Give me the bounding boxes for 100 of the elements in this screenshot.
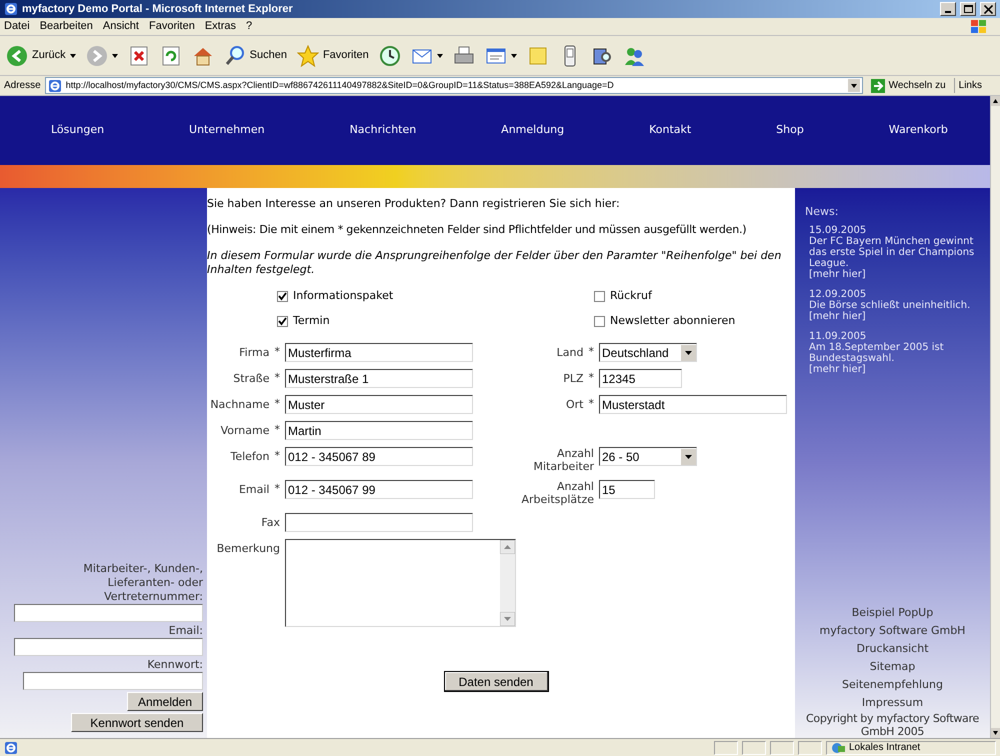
text-field[interactable]: 012 - 345067 99 — [285, 480, 473, 499]
required-marker: * — [274, 370, 280, 386]
windows-logo-icon — [970, 18, 988, 34]
news-date: 15.09.2005 — [809, 224, 868, 236]
field-label: Email: — [168, 624, 203, 638]
text-field[interactable]: Musterstraße 1 — [285, 369, 473, 388]
links-button[interactable]: Links — [954, 78, 982, 93]
go-button[interactable]: Wechseln zu — [866, 78, 950, 93]
footer-link[interactable]: Beispiel PopUp — [852, 604, 934, 622]
scroll-down-icon — [500, 612, 515, 626]
text-field[interactable]: Martin — [285, 421, 473, 440]
arrow-right-icon — [86, 44, 108, 66]
browser-icon — [4, 2, 18, 16]
field-label: Land — [556, 346, 584, 359]
checkbox[interactable] — [594, 290, 605, 302]
network-icon — [831, 742, 845, 754]
field-label: Fax — [261, 516, 280, 529]
required-marker: * — [274, 422, 280, 438]
footer-link[interactable]: Impressum — [862, 694, 924, 712]
maximize-button[interactable] — [960, 2, 976, 16]
field-label: Nachname — [210, 398, 270, 411]
field-label: Mitarbeiter-, Kunden-, Lieferanten- oder Vertreternummer: — [82, 562, 203, 604]
toolbar-button[interactable]: Favoriten — [294, 40, 371, 70]
news-text: Der FC Bayern München gewinnt das erste Spiel in der Champions League. — [809, 236, 976, 268]
minimize-button[interactable] — [940, 2, 956, 16]
nav-link[interactable]: Shop — [776, 122, 804, 139]
dropdown[interactable]: 26 - 50 — [599, 447, 697, 466]
menu-item[interactable]: Extras — [204, 18, 236, 35]
menu-item[interactable]: Ansicht — [102, 18, 139, 35]
text-field[interactable] — [14, 604, 203, 622]
status-pane — [770, 740, 794, 754]
text-field[interactable]: 012 - 345067 89 — [285, 447, 473, 466]
footer-link[interactable]: Sitemap — [870, 658, 916, 676]
news-date: 12.09.2005 — [809, 288, 868, 300]
footer-link[interactable]: myfactory Software GmbH — [820, 622, 966, 640]
nav-link[interactable]: Lösungen — [51, 122, 104, 139]
field-label: Anzahl Arbeitsplätze — [520, 480, 594, 506]
field-label: Straße — [233, 372, 270, 385]
printer-icon — [452, 44, 475, 66]
scroll-down-icon — [991, 728, 1000, 738]
news-link[interactable]: [mehr hier] — [809, 310, 866, 322]
field-label: Firma — [239, 346, 270, 359]
field-label: Telefon — [230, 450, 270, 463]
text-field[interactable]: Musterstadt — [599, 395, 787, 414]
menu-item[interactable]: Bearbeiten — [40, 18, 93, 35]
field-label: Kennwort: — [146, 658, 203, 672]
toolbar-button[interactable]: Zurück — [4, 40, 78, 70]
submit-button[interactable]: Daten senden — [444, 671, 548, 692]
nav-link[interactable]: Unternehmen — [189, 122, 265, 139]
minimize-icon — [945, 11, 951, 13]
address-label: Adresse — [4, 79, 41, 93]
button[interactable]: Anmelden — [127, 692, 203, 711]
menu-item[interactable]: Datei — [4, 18, 30, 35]
required-marker: * — [274, 344, 280, 360]
checkbox[interactable] — [594, 316, 605, 326]
text-field[interactable]: Muster — [285, 395, 473, 414]
button[interactable]: Kennwort senden — [71, 713, 203, 732]
zone-text: Lokales Intranet — [849, 741, 920, 755]
checkbox[interactable] — [277, 290, 288, 302]
required-marker: * — [274, 396, 280, 412]
arrow-left-icon — [6, 44, 28, 66]
nav-link[interactable]: Warenkorb — [888, 122, 948, 139]
nav-link[interactable]: Kontakt — [649, 122, 692, 139]
text-field[interactable] — [14, 638, 203, 656]
text-field[interactable] — [285, 513, 473, 532]
page-icon — [48, 78, 62, 92]
scrollbar[interactable] — [990, 96, 1000, 738]
dropdown[interactable]: Deutschland — [599, 343, 697, 362]
field-label: Anzahl Mitarbeiter — [532, 447, 594, 473]
toolbar-button[interactable]: Suchen — [222, 40, 289, 70]
text-field[interactable]: Musterfirma — [285, 343, 473, 362]
close-button[interactable] — [980, 2, 996, 16]
nav-link[interactable]: Anmeldung — [501, 122, 564, 139]
copyright-text: Copyright by myfactory Software GmbH 2005 — [805, 712, 980, 738]
stop-icon — [128, 44, 150, 66]
menu-item[interactable]: Favoriten — [148, 18, 195, 35]
nav-link[interactable]: Nachrichten — [350, 122, 416, 139]
note-text: In diesem Formular wurde die Ansprungreihenfolge der Felder über den Paramter "Reihenfolge" bei den Inhalten festgelegt. — [207, 249, 782, 277]
checkbox[interactable] — [277, 316, 288, 326]
required-marker: * — [588, 396, 594, 412]
field-label: Bemerkung — [216, 542, 280, 555]
scrollbar[interactable] — [500, 540, 515, 626]
news-link[interactable]: [mehr hier] — [809, 268, 866, 280]
text-field[interactable]: 12345 — [599, 369, 682, 388]
news-text: Die Börse schließt uneinheitlich. — [809, 300, 972, 310]
footer-link[interactable]: Seitenempfehlung — [842, 676, 943, 694]
password-field[interactable] — [23, 672, 203, 690]
text-field[interactable]: 15 — [599, 480, 655, 499]
footer-link[interactable]: Druckansicht — [856, 640, 929, 658]
menu-item[interactable]: ? — [246, 18, 252, 35]
arrow-right-icon — [870, 78, 885, 92]
address-field[interactable]: http://localhost/myfactory30/CMS/CMS.aspx?ClientID=wf886742611140497882&SiteID=0&GroupID=11&Status=388EA592&Language=D — [44, 77, 863, 94]
required-marker: * — [274, 481, 280, 498]
note-icon — [526, 44, 549, 66]
news-link[interactable]: [mehr hier] — [809, 364, 866, 374]
required-marker: * — [588, 370, 594, 386]
field-label: Ort — [566, 398, 584, 411]
search-icon — [224, 44, 246, 66]
news-date: 11.09.2005 — [809, 330, 868, 342]
maximize-icon — [964, 5, 972, 13]
